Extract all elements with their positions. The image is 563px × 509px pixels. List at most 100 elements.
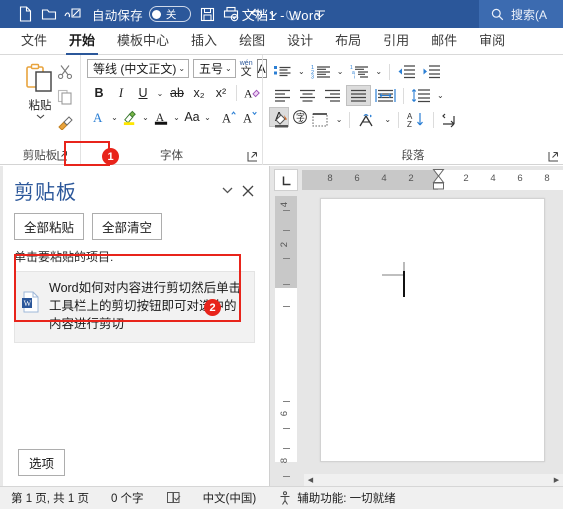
multilevel-dropdown-icon[interactable]: ⌄ <box>373 61 384 82</box>
grow-font-icon[interactable]: A <box>220 107 240 127</box>
chevron-down-icon[interactable]: ⌄ <box>223 64 232 73</box>
scroll-track[interactable] <box>317 474 550 486</box>
shading-icon[interactable] <box>271 109 294 130</box>
save-icon[interactable] <box>197 4 219 24</box>
undo-icon[interactable] <box>245 4 267 24</box>
close-icon[interactable] <box>237 180 259 202</box>
strikethrough-button[interactable]: ab <box>167 83 187 103</box>
shading-dropdown-icon[interactable]: ⌄ <box>296 109 307 130</box>
document-page[interactable] <box>320 198 545 462</box>
clipboard-dialog-launcher[interactable] <box>56 149 68 161</box>
paste-all-button[interactable]: 全部粘贴 <box>14 213 85 240</box>
tab-draw[interactable]: 绘图 <box>228 26 276 54</box>
sort-az-icon[interactable]: AZ <box>404 109 428 130</box>
align-center-icon[interactable] <box>296 85 319 106</box>
numbering-dropdown-icon[interactable]: ⌄ <box>335 61 346 82</box>
margin-corner-mark <box>381 261 405 283</box>
accessibility-status[interactable]: 辅助功能: 一切就绪 <box>267 490 406 506</box>
tab-template-center[interactable]: 模板中心 <box>106 26 180 54</box>
bold-button[interactable]: B <box>89 83 109 103</box>
show-formatting-marks-icon[interactable] <box>439 109 463 130</box>
redo-icon[interactable] <box>281 4 303 24</box>
language-indicator[interactable]: 中文(中国) <box>192 490 268 506</box>
vertical-ruler[interactable]: 4 2 6 8 <box>275 196 297 477</box>
scroll-left-arrow[interactable]: ◀ <box>304 474 317 486</box>
phonetic-guide-icon[interactable]: wén 文 <box>240 60 253 78</box>
h-ruler-num: 8 <box>327 173 333 184</box>
highlight-color-icon[interactable] <box>120 107 140 127</box>
scroll-right-arrow[interactable]: ▶ <box>550 474 563 486</box>
align-left-icon[interactable] <box>271 85 294 106</box>
cut-scissors-icon[interactable] <box>54 61 76 82</box>
open-folder-icon[interactable] <box>38 4 60 24</box>
print-preview-icon[interactable] <box>221 4 243 24</box>
divider <box>349 111 351 128</box>
tab-file[interactable]: 文件 <box>10 26 58 54</box>
change-case-button[interactable]: Aa <box>182 107 202 127</box>
borders-dropdown-icon[interactable]: ⌄ <box>334 109 345 130</box>
customize-qat-icon[interactable] <box>309 4 331 24</box>
format-painter-icon[interactable] <box>54 111 76 132</box>
subscript-button[interactable]: x₂ <box>189 83 209 103</box>
new-document-icon[interactable] <box>14 4 36 24</box>
word-count[interactable]: 0 个字 <box>100 490 155 506</box>
clear-all-button[interactable]: 全部清空 <box>92 213 163 240</box>
horizontal-ruler[interactable]: 8 6 4 2 2 4 6 8 <box>302 169 563 190</box>
paragraph-dialog-launcher[interactable] <box>547 150 559 162</box>
borders-icon[interactable] <box>309 109 332 130</box>
copy-icon[interactable] <box>54 86 76 107</box>
chevron-down-icon[interactable] <box>217 181 237 201</box>
pinyin-guide-icon[interactable] <box>355 109 380 130</box>
text-effects-icon[interactable]: A <box>89 107 109 127</box>
touch-mode-icon[interactable] <box>62 4 84 24</box>
line-spacing-dropdown-icon[interactable]: ⌄ <box>435 85 446 106</box>
text-effects-dropdown-icon[interactable]: ⌄ <box>110 107 119 127</box>
bullet-list-icon[interactable] <box>271 61 294 82</box>
autosave-label: 自动保存 <box>92 8 143 23</box>
indent-markers[interactable] <box>432 169 445 190</box>
tab-references[interactable]: 引用 <box>372 26 420 54</box>
tab-stop-left-icon[interactable] <box>274 169 298 191</box>
bullet-dropdown-icon[interactable]: ⌄ <box>296 61 307 82</box>
font-dialog-launcher[interactable] <box>246 150 258 162</box>
page-info[interactable]: 第 1 页, 共 1 页 <box>0 490 100 506</box>
font-name-combo[interactable]: 等线 (中文正文) ⌄ <box>87 59 190 78</box>
italic-button[interactable]: I <box>111 83 131 103</box>
tab-layout[interactable]: 布局 <box>324 26 372 54</box>
search-box[interactable]: 搜索(A <box>479 0 563 28</box>
font-color-icon[interactable]: A <box>151 107 171 127</box>
horizontal-scrollbar[interactable]: ◀ ▶ <box>304 474 563 486</box>
change-case-dropdown-icon[interactable]: ⌄ <box>203 107 212 127</box>
tab-home[interactable]: 开始 <box>58 26 106 55</box>
font-size-combo[interactable]: 五号 ⌄ <box>193 59 236 78</box>
highlight-dropdown-icon[interactable]: ⌄ <box>141 107 150 127</box>
clipboard-pane-buttons: 全部粘贴 全部清空 <box>0 205 269 240</box>
superscript-button[interactable]: x² <box>211 83 231 103</box>
tab-review[interactable]: 审阅 <box>468 26 516 54</box>
pinyin-dropdown-icon[interactable]: ⌄ <box>382 109 393 130</box>
h-ruler-num: 2 <box>408 173 414 184</box>
clipboard-options-button[interactable]: 选项 <box>18 449 66 476</box>
distribute-icon[interactable] <box>373 85 398 106</box>
decrease-indent-icon[interactable] <box>395 61 418 82</box>
shrink-font-icon[interactable]: A <box>241 107 261 127</box>
underline-dropdown-icon[interactable]: ⌄ <box>155 83 165 103</box>
underline-button[interactable]: U <box>133 83 153 103</box>
clear-formatting-icon[interactable]: A <box>242 83 262 103</box>
chevron-down-icon[interactable]: ⌄ <box>176 64 185 73</box>
autosave-control[interactable]: 自动保存 关 <box>92 5 191 24</box>
numbered-list-icon[interactable]: 123 <box>309 61 333 82</box>
tab-design[interactable]: 设计 <box>276 26 324 54</box>
undo-dropdown-icon[interactable] <box>269 4 279 24</box>
font-color-dropdown-icon[interactable]: ⌄ <box>172 107 181 127</box>
increase-indent-icon[interactable] <box>420 61 443 82</box>
paste-dropdown-icon[interactable] <box>36 114 45 119</box>
tab-mailings[interactable]: 邮件 <box>420 26 468 54</box>
proofing-icon[interactable] <box>155 491 192 505</box>
multilevel-list-icon[interactable]: 1ai <box>347 61 371 82</box>
align-right-icon[interactable] <box>321 85 344 106</box>
justify-icon[interactable] <box>346 85 371 106</box>
autosave-toggle[interactable]: 关 <box>148 6 191 22</box>
tab-insert[interactable]: 插入 <box>180 26 228 54</box>
line-spacing-icon[interactable] <box>409 85 433 106</box>
